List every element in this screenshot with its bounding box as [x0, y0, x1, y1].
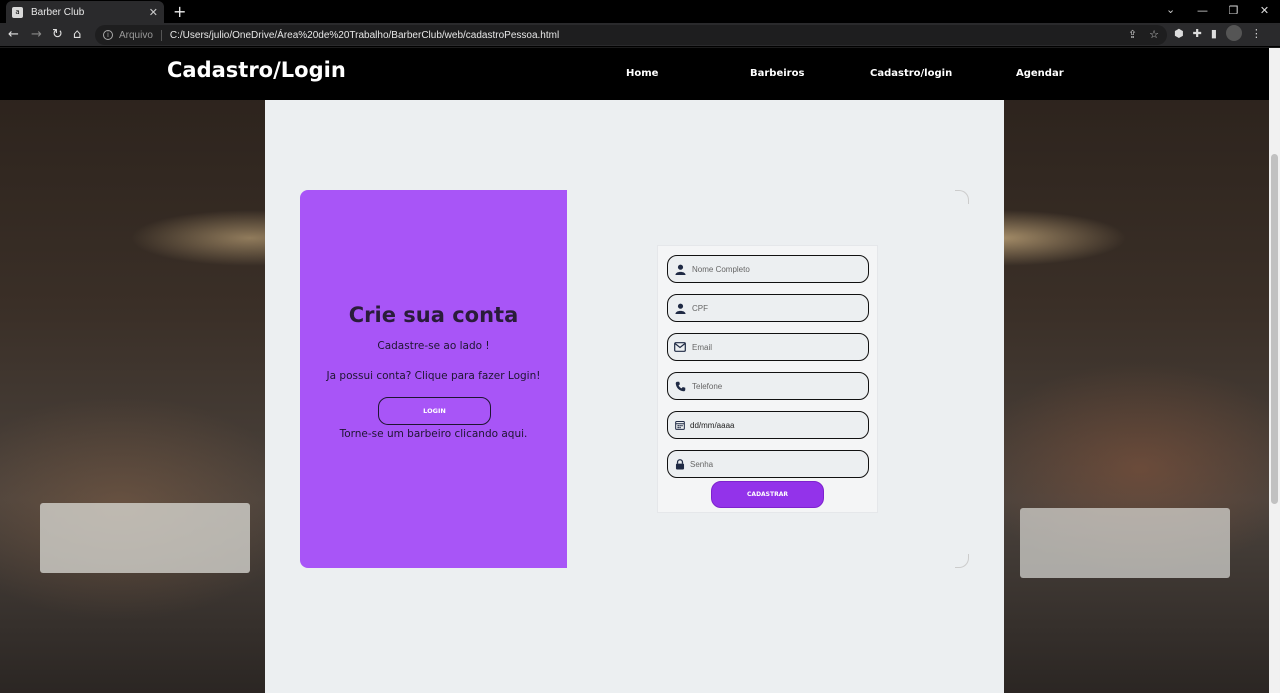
user-icon — [674, 302, 686, 314]
nav-link-barbeiros[interactable]: Barbeiros — [750, 68, 804, 79]
home-icon[interactable]: ⌂ — [73, 27, 81, 42]
restore-icon[interactable]: ❐ — [1218, 0, 1249, 23]
login-button[interactable]: LOGIN — [378, 397, 491, 425]
background-sink — [1020, 508, 1230, 578]
envelope-icon — [674, 341, 686, 353]
tab-title: Barber Club — [31, 6, 85, 18]
card-border-corner — [955, 190, 969, 204]
phone-icon — [674, 380, 686, 392]
puzzle-icon[interactable]: ✚ — [1193, 27, 1202, 41]
lock-icon — [674, 458, 686, 470]
phone-field[interactable] — [667, 372, 869, 400]
site-brand[interactable]: Cadastro/Login — [167, 58, 346, 82]
calendar-icon — [674, 419, 686, 431]
sidebar-icon[interactable]: ▮ — [1211, 27, 1217, 41]
user-icon — [674, 263, 686, 275]
browser-tab-strip: a Barber Club ✕ + ⌄ — ❐ ✕ — [0, 0, 1280, 23]
scrollbar-thumb[interactable] — [1271, 154, 1278, 504]
site-navbar: Cadastro/Login Home Barbeiros Cadastro/l… — [0, 48, 1269, 100]
profile-avatar[interactable] — [1225, 25, 1242, 41]
share-icon[interactable]: ⇪ — [1128, 28, 1137, 41]
name-input[interactable] — [692, 264, 862, 274]
login-prompt: Ja possui conta? Clique para fazer Login… — [326, 370, 541, 382]
new-tab-button[interactable]: + — [173, 2, 186, 21]
email-input[interactable] — [692, 342, 862, 352]
signup-panel: Crie sua conta Cadastre-se ao lado ! Ja … — [265, 100, 1004, 693]
nav-link-home[interactable]: Home — [626, 68, 658, 79]
forward-icon[interactable]: → — [31, 27, 42, 42]
nav-link-cadastro[interactable]: Cadastro/login — [870, 68, 952, 79]
nav-link-agendar[interactable]: Agendar — [1016, 68, 1064, 79]
cadastrar-button[interactable]: CADASTRAR — [711, 481, 824, 508]
url-scheme-label: Arquivo — [119, 29, 162, 41]
card-subtitle: Cadastre-se ao lado ! — [377, 340, 490, 352]
extension-cube-icon[interactable]: ⬢ — [1174, 27, 1184, 41]
password-input[interactable] — [690, 459, 860, 469]
tab-close-icon[interactable]: ✕ — [149, 6, 158, 19]
tab-search-chevron-icon[interactable]: ⌄ — [1166, 3, 1175, 16]
page-scrollbar[interactable] — [1269, 48, 1280, 693]
welcome-card: Crie sua conta Cadastre-se ao lado ! Ja … — [300, 190, 567, 568]
back-icon[interactable]: ← — [8, 27, 19, 42]
favicon-icon: a — [12, 6, 23, 18]
card-border-corner — [955, 554, 969, 568]
window-controls: — ❐ ✕ — [1187, 0, 1280, 23]
url-text[interactable]: C:/Users/julio/OneDrive/Área%20de%20Trab… — [170, 30, 559, 41]
bookmark-star-icon[interactable]: ☆ — [1149, 28, 1159, 41]
browser-tab[interactable]: a Barber Club ✕ — [6, 1, 164, 23]
address-bar[interactable]: i Arquivo C:/Users/julio/OneDrive/Área%2… — [95, 25, 1167, 45]
cpf-field[interactable] — [667, 294, 869, 322]
menu-kebab-icon[interactable]: ⋮ — [1251, 27, 1262, 41]
phone-input[interactable] — [692, 381, 862, 391]
name-field[interactable] — [667, 255, 869, 283]
email-field[interactable] — [667, 333, 869, 361]
signup-form: dd/mm/aaaa CADASTRAR — [657, 245, 878, 513]
birthdate-input[interactable]: dd/mm/aaaa — [690, 421, 734, 430]
close-window-icon[interactable]: ✕ — [1249, 0, 1280, 23]
cpf-input[interactable] — [692, 303, 862, 313]
page-viewport: Cadastro/Login Home Barbeiros Cadastro/l… — [0, 48, 1269, 693]
background-sink — [40, 503, 250, 573]
barber-signup-link[interactable]: Torne-se um barbeiro clicando aqui. — [300, 428, 567, 440]
info-icon[interactable]: i — [103, 30, 113, 40]
birthdate-field[interactable]: dd/mm/aaaa — [667, 411, 869, 439]
minimize-icon[interactable]: — — [1187, 0, 1218, 23]
card-title: Crie sua conta — [348, 303, 519, 327]
browser-toolbar: ← → ↻ ⌂ i Arquivo C:/Users/julio/OneDriv… — [0, 23, 1280, 47]
password-field[interactable] — [667, 450, 869, 478]
reload-icon[interactable]: ↻ — [52, 27, 63, 42]
